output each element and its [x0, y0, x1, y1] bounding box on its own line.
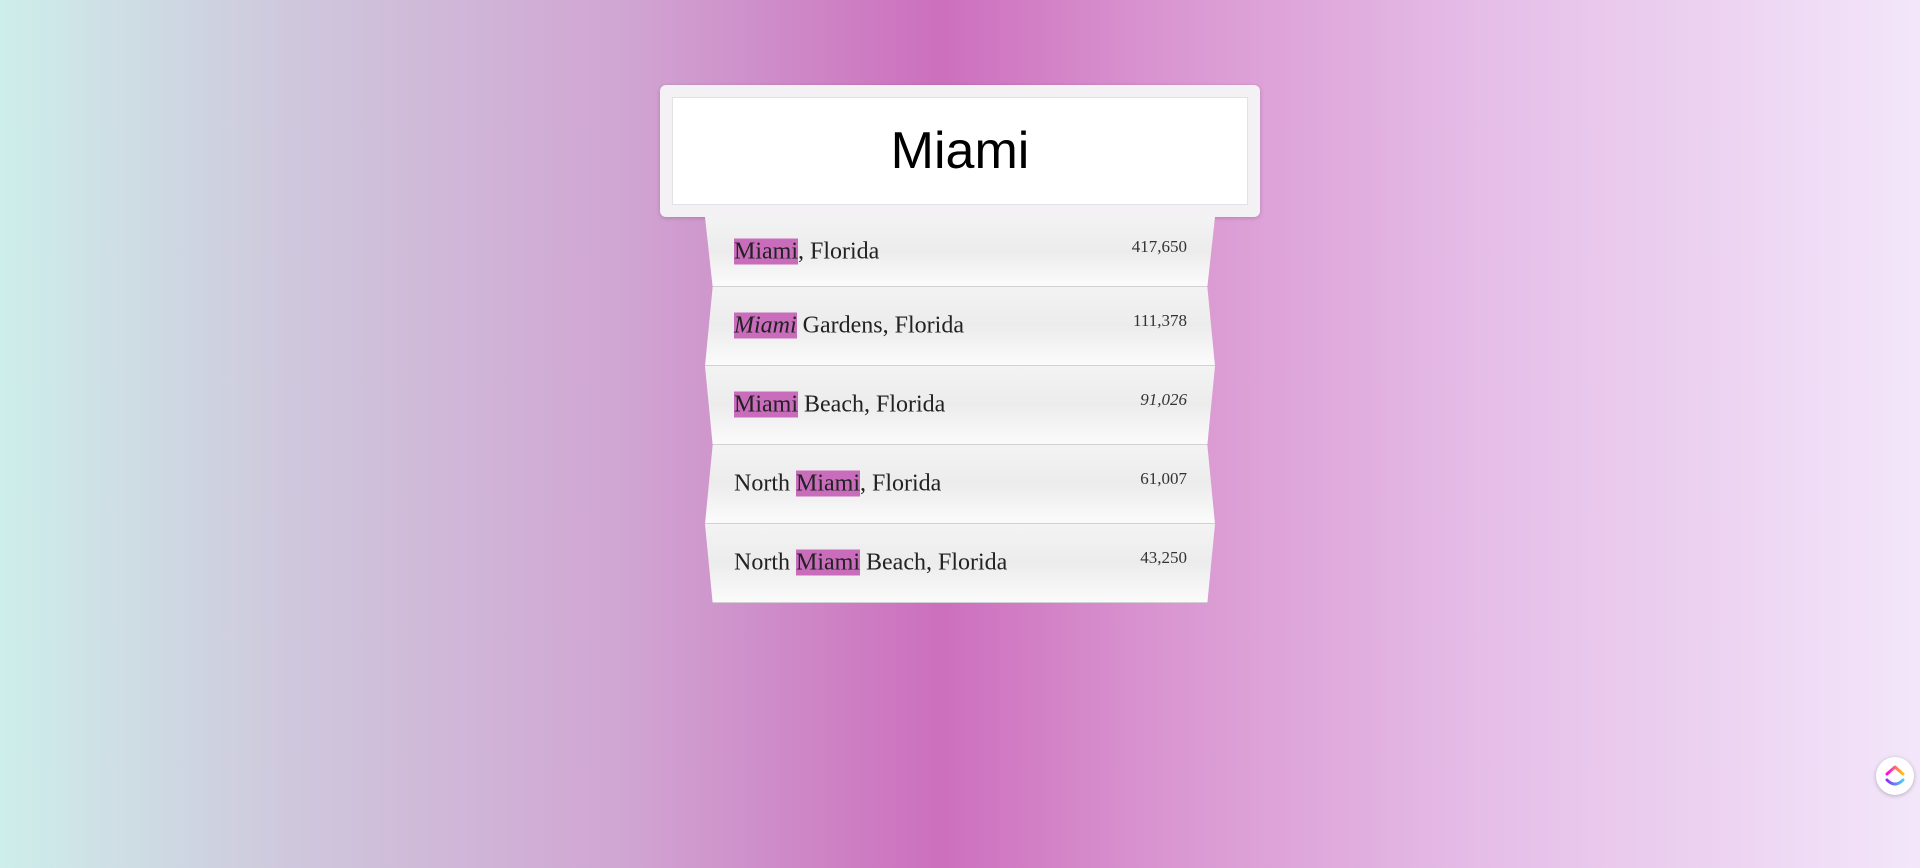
city-name: North Miami, Florida [734, 470, 942, 497]
match-highlight: Miami [734, 238, 798, 264]
clickup-logo-icon [1885, 765, 1905, 786]
city-name: Miami Gardens, Florida [734, 312, 964, 339]
list-item[interactable]: North Miami Beach, Florida 43,250 [705, 524, 1215, 603]
suggestions-list: Miami, Florida 417,650 Miami Gardens, Fl… [705, 217, 1215, 603]
population-value: 61,007 [1140, 469, 1187, 488]
city-name: Miami Beach, Florida [734, 391, 946, 418]
list-item[interactable]: Miami, Florida 417,650 [705, 217, 1215, 287]
search-input[interactable] [672, 97, 1248, 205]
match-highlight: Miami [734, 391, 798, 418]
match-highlight: Miami [796, 549, 860, 576]
population-value: 111,378 [1133, 311, 1187, 330]
list-item[interactable]: Miami Gardens, Florida 111,378 [705, 287, 1215, 366]
search-card [660, 85, 1260, 217]
population-value: 91,026 [1140, 390, 1187, 409]
list-item[interactable]: North Miami, Florida 61,007 [705, 445, 1215, 524]
population-value: 417,650 [1131, 236, 1187, 256]
city-name: North Miami Beach, Florida [734, 549, 1008, 576]
list-item[interactable]: Miami Beach, Florida 91,026 [705, 366, 1215, 445]
clickup-widget-button[interactable] [1876, 757, 1914, 795]
match-highlight: Miami [734, 312, 797, 339]
match-highlight: Miami [796, 470, 860, 497]
city-name: Miami, Florida [734, 238, 880, 264]
population-value: 43,250 [1140, 548, 1187, 567]
